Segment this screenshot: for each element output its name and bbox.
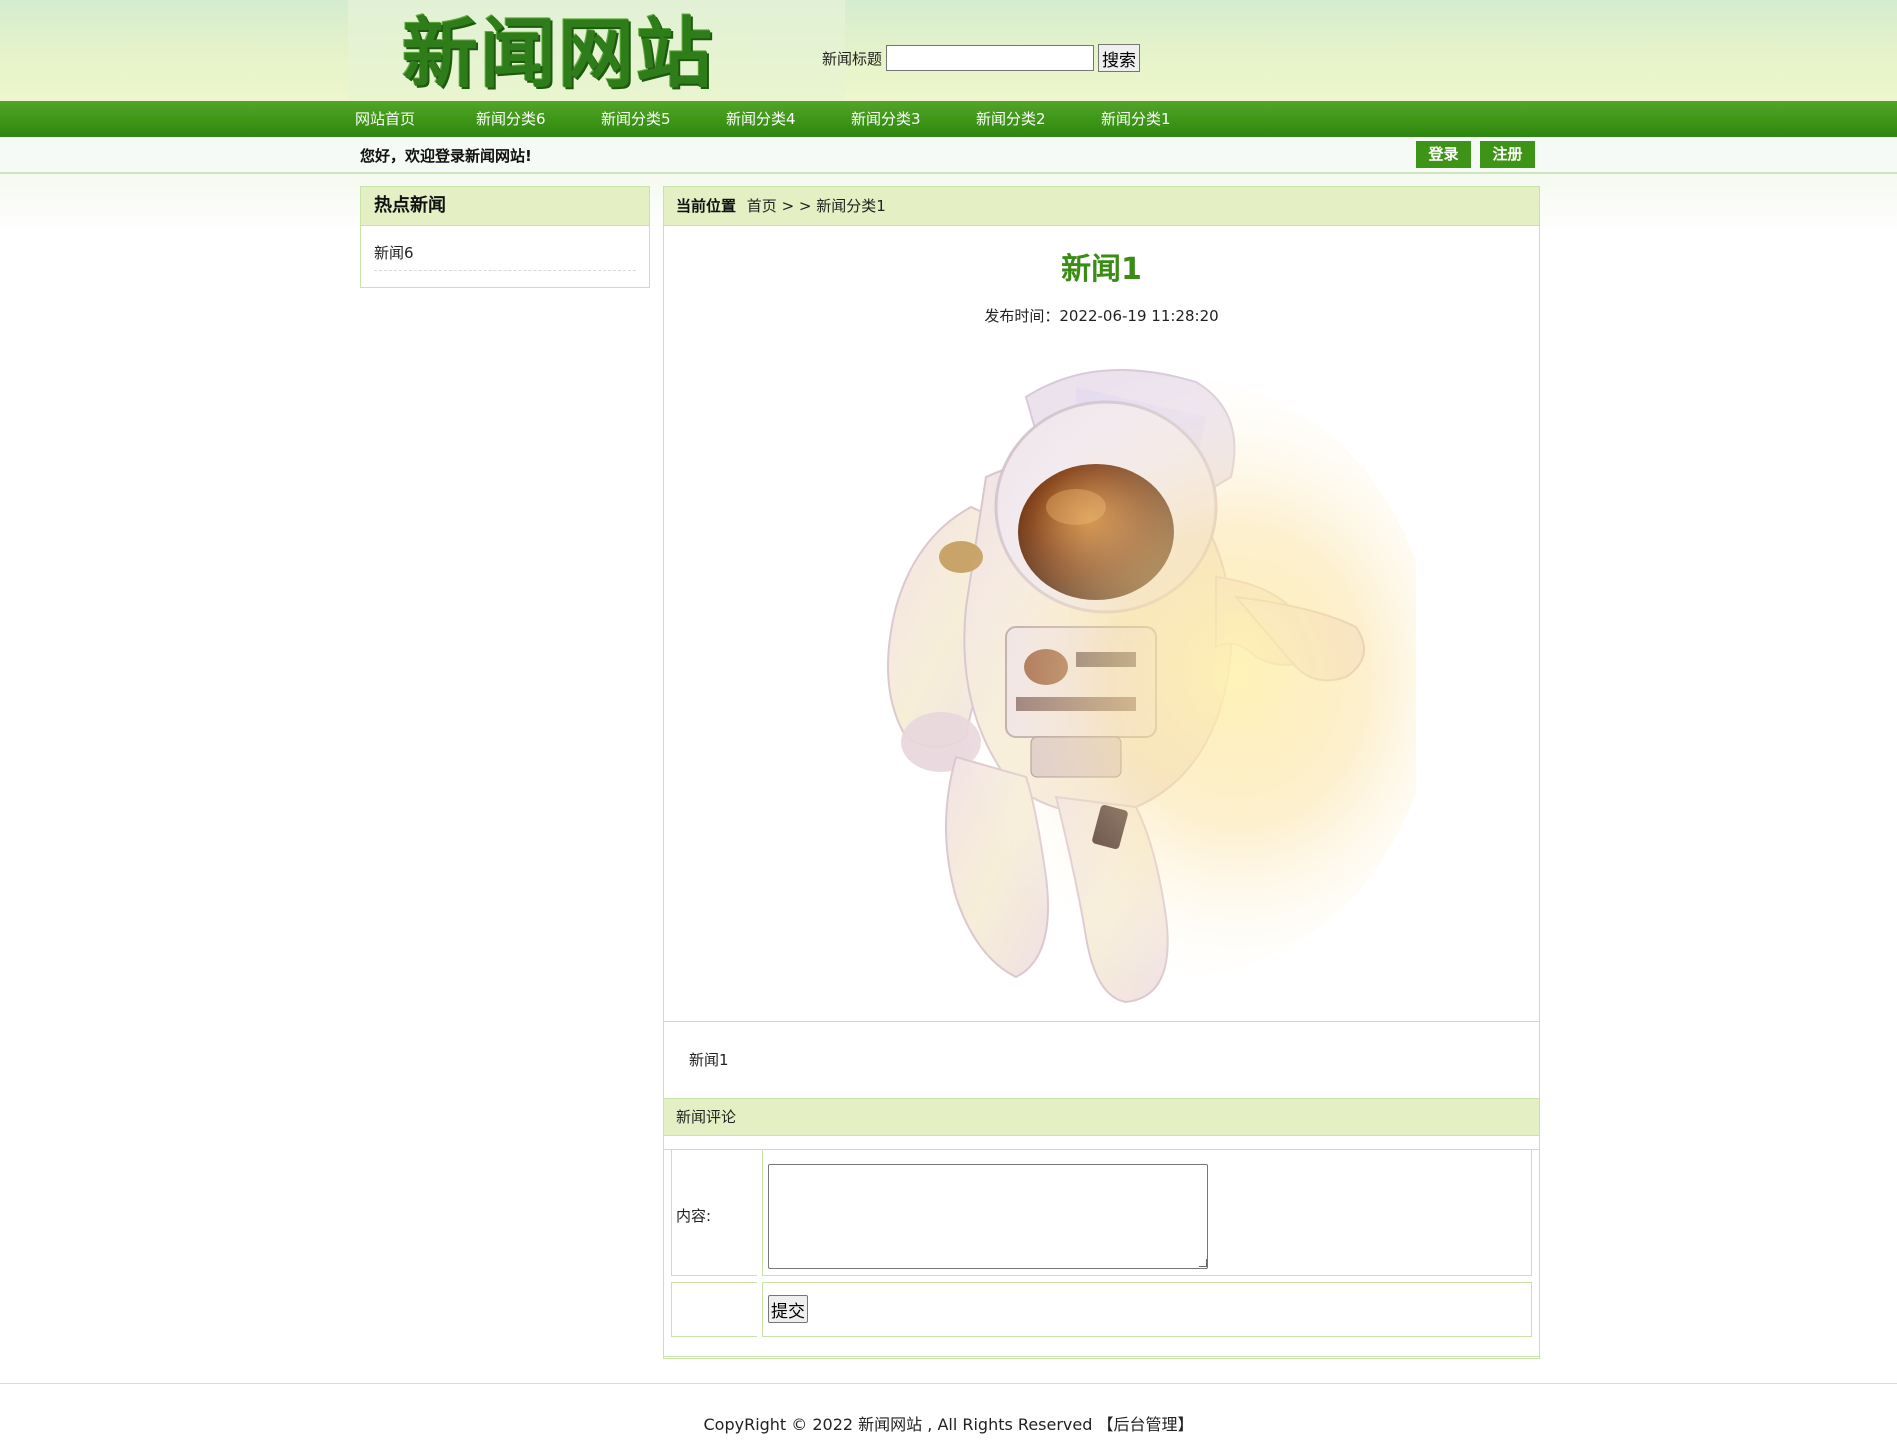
article-body: 新闻1	[689, 1051, 729, 1069]
comment-content-input[interactable]	[768, 1164, 1208, 1269]
article-panel: 当前位置 首页 > > 新闻分类1 新闻1 发布时间：2022-06-19 11…	[663, 186, 1540, 1359]
hot-news-item[interactable]: 新闻6	[374, 238, 636, 271]
article-publish-time: 发布时间：2022-06-19 11:28:20	[984, 307, 1219, 325]
site-logo[interactable]: 新闻网站	[348, 0, 845, 100]
article-image	[887, 369, 1416, 1004]
submit-label-cell	[671, 1282, 757, 1337]
hot-news-panel: 热点新闻 新闻6	[360, 186, 650, 288]
article-title: 新闻1	[1061, 252, 1142, 287]
comment-label-cell: 内容:	[671, 1150, 757, 1276]
hot-news-list: 新闻6	[361, 226, 649, 271]
breadcrumb-path[interactable]: 首页 > > 新闻分类1	[747, 197, 886, 215]
login-button[interactable]: 登录	[1416, 141, 1471, 168]
footer: CopyRight © 2022 新闻网站 , All Rights Reser…	[0, 1411, 1897, 1435]
article-divider	[664, 1021, 1539, 1022]
search-input[interactable]	[886, 45, 1095, 71]
comment-content-label: 内容:	[676, 1207, 712, 1225]
breadcrumb: 当前位置 首页 > > 新闻分类1	[664, 187, 1539, 226]
nav-item-home[interactable]: 网站首页	[355, 101, 476, 137]
comment-field-cell	[762, 1150, 1532, 1276]
nav-item-category-6[interactable]: 新闻分类6	[476, 101, 601, 137]
search-button[interactable]: 搜索	[1098, 44, 1141, 72]
nav-item-category-2[interactable]: 新闻分类2	[976, 101, 1101, 137]
search-form: 新闻标题 搜索	[822, 44, 1141, 72]
main-nav: 网站首页 新闻分类6 新闻分类5 新闻分类4 新闻分类3 新闻分类2 新闻分类1	[0, 101, 1897, 137]
resize-grip-icon[interactable]	[1199, 1259, 1207, 1267]
submit-field-cell: 提交	[762, 1282, 1532, 1337]
comments-title: 新闻评论	[664, 1098, 1539, 1136]
breadcrumb-label: 当前位置	[676, 197, 737, 215]
search-label: 新闻标题	[822, 49, 883, 68]
nav-item-category-4[interactable]: 新闻分类4	[726, 101, 851, 137]
site-logo-text: 新闻网站	[402, 9, 714, 98]
footer-divider	[0, 1383, 1897, 1384]
admin-link[interactable]: 【后台管理】	[1097, 1415, 1193, 1434]
header: 新闻网站 新闻标题 搜索	[348, 0, 1544, 101]
user-bar: 您好，欢迎登录新闻网站! 登录 注册	[0, 137, 1897, 174]
nav-item-category-1[interactable]: 新闻分类1	[1101, 101, 1226, 137]
nav-item-category-5[interactable]: 新闻分类5	[601, 101, 726, 137]
hot-news-title: 热点新闻	[361, 187, 649, 226]
nav-items: 网站首页 新闻分类6 新闻分类5 新闻分类4 新闻分类3 新闻分类2 新闻分类1	[355, 101, 1226, 137]
comment-form: 内容: 提交	[664, 1149, 1539, 1357]
footer-copyright: CopyRight © 2022 新闻网站 , All Rights Reser…	[703, 1415, 1093, 1434]
submit-comment-button[interactable]: 提交	[768, 1295, 808, 1323]
register-button[interactable]: 注册	[1480, 141, 1535, 168]
welcome-message: 您好，欢迎登录新闻网站!	[360, 147, 532, 165]
nav-item-category-3[interactable]: 新闻分类3	[851, 101, 976, 137]
